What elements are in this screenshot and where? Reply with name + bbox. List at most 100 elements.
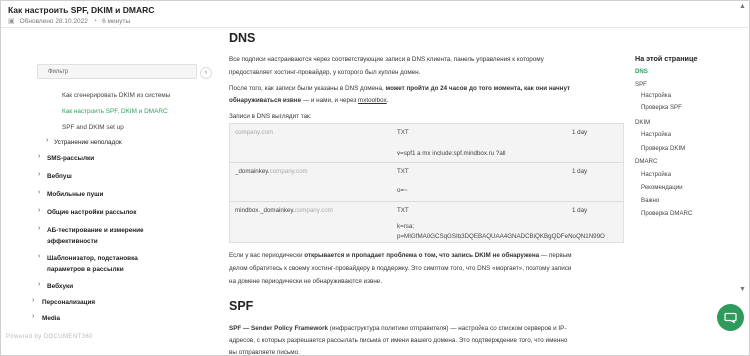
page-title: Как настроить SPF, DKIM и DMARC — [8, 5, 155, 15]
chat-button[interactable] — [717, 304, 744, 331]
record-value: o=~ — [397, 187, 408, 194]
record-ttl: 1 day — [572, 207, 588, 214]
paragraph-line: вы отправляете письмо. — [229, 349, 300, 356]
toc-item-dmarc-check[interactable]: Проверка DMARC — [641, 210, 692, 217]
chat-icon — [724, 312, 737, 324]
sidebar-item-ab-testing[interactable]: АБ-тестирование и измерение — [47, 226, 144, 235]
table-divider — [230, 201, 623, 202]
record-type: TXT — [397, 207, 409, 214]
chevron-right-icon[interactable]: › — [38, 225, 40, 232]
heading-spf: SPF — [229, 299, 254, 313]
record-name: _domainkey.company.com — [235, 168, 308, 175]
chevron-right-icon[interactable]: › — [32, 313, 34, 320]
article-meta: ▣ Обновлено 28.10.2022 ◔ 6 минуты — [8, 17, 131, 26]
record-type: TXT — [397, 129, 409, 136]
paragraph-line: SPF — Sender Policy Framework (инфрастру… — [229, 323, 566, 334]
toc-item-spf-setup[interactable]: Настройка — [641, 92, 671, 99]
toc-item-important[interactable]: Важно — [641, 197, 659, 204]
bold-text: SPF — Sender Policy Framework — [229, 325, 329, 332]
paragraph-line: Записи в DNS выглядит так: — [229, 113, 312, 120]
paragraph-line: на домене периодически не обнаруживаются… — [229, 278, 383, 285]
chevron-right-icon[interactable]: › — [38, 207, 40, 214]
text-span: После того, как записи были указаны в DN… — [229, 85, 386, 92]
paragraph-line: адресов, с которых разрешается рассылать… — [229, 337, 568, 344]
record-value: v=spf1 a mx include:spf.mindbox.ru ?all — [397, 150, 506, 157]
chevron-right-icon[interactable]: › — [38, 253, 40, 260]
sidebar-item-webhooks[interactable]: Вебхуки — [47, 282, 73, 291]
text-span: . — [386, 97, 389, 104]
toc-item-dmarc[interactable]: DMARC — [635, 158, 657, 165]
record-type: TXT — [397, 168, 409, 175]
text-span: Если у вас периодически — [229, 252, 305, 259]
sidebar-item-mobile-push[interactable]: Мобильные пуши — [47, 190, 103, 199]
toc-item-dns[interactable]: DNS — [635, 68, 648, 75]
text-span: — первым — [539, 252, 572, 259]
paragraph-line: После того, как записи были указаны в DN… — [229, 83, 570, 94]
article-header: Как настроить SPF, DKIM и DMARC ▣ Обновл… — [1, 1, 749, 28]
read-time: 6 минуты — [102, 17, 131, 25]
chevron-right-icon[interactable]: › — [32, 297, 34, 304]
dns-records-table: company.com TXT 1 day v=spf1 a mx includ… — [229, 123, 624, 243]
record-value: k=rsa; — [397, 223, 415, 230]
bold-text: может пройти до 24 часов до того момента… — [385, 85, 571, 92]
sidebar-item-sms[interactable]: SMS-рассылки — [47, 154, 94, 163]
text-span: company.com — [269, 168, 308, 175]
bold-text: обнаруживаться извне — [229, 97, 302, 104]
paragraph-line: Все подписи настраиваются через соответс… — [229, 56, 544, 63]
toc-item-spf[interactable]: SPF — [635, 81, 647, 88]
sidebar-item-spf-dkim-setup[interactable]: SPF and DKIM set up — [62, 123, 124, 132]
scrollbar[interactable]: ▲ ▼ — [737, 1, 748, 355]
sidebar-item-setup-spf-dkim-dmarc[interactable]: Как настроить SPF, DKIM и DMARC — [62, 107, 168, 116]
chevron-right-icon[interactable]: › — [38, 171, 40, 178]
paragraph-line: делом обратитесь к своему хостинг-провай… — [229, 265, 572, 272]
chevron-right-icon[interactable]: › — [38, 153, 40, 160]
table-divider — [230, 162, 623, 163]
text-span: mindbox._domainkey. — [235, 207, 295, 214]
sidebar-item-webpush[interactable]: Вебпуш — [47, 172, 72, 181]
sidebar-item-ab-testing-line2[interactable]: эффективности — [47, 237, 98, 246]
sidebar-item-troubleshooting[interactable]: Устранение неполадок — [54, 138, 122, 147]
toc-item-dkim-setup[interactable]: Настройка — [641, 131, 671, 138]
record-name: mindbox._domainkey.company.com — [235, 207, 333, 214]
text-span: — и нами, и через — [301, 97, 359, 104]
toc-item-recommendations[interactable]: Рекомендации — [641, 184, 683, 191]
mxtoolbox-link[interactable]: mxtoolbox — [358, 97, 387, 104]
sidebar-item-generate-dkim[interactable]: Как сгенерировать DKIM из системы — [62, 91, 170, 100]
paragraph-line: обнаруживаться извне — и нами, и через m… — [229, 95, 388, 106]
record-ttl: 1 day — [572, 168, 588, 175]
sidebar-item-templating[interactable]: Шаблонизатор, подстановка — [47, 254, 138, 263]
heading-dns: DNS — [229, 31, 256, 45]
sidebar-item-media[interactable]: Media — [42, 314, 60, 323]
chevron-right-icon[interactable]: › — [38, 189, 40, 196]
collapse-sidebar-button[interactable]: ‹ — [200, 67, 212, 79]
paragraph-line: Если у вас периодически открывается и пр… — [229, 250, 572, 261]
record-value: p=MIGfMA0GCSqGSIb3DQEBAQUAA4GNADCBiQKBgQ… — [397, 233, 605, 240]
toc-item-spf-check[interactable]: Проверка SPF — [641, 104, 682, 111]
chevron-right-icon[interactable]: › — [46, 137, 48, 144]
chevron-right-icon[interactable]: › — [38, 281, 40, 288]
article-content: DNS Все подписи настраиваются через соот… — [215, 28, 624, 356]
record-name: company.com — [235, 129, 274, 136]
scroll-down-icon[interactable]: ▼ — [739, 286, 746, 293]
toc-title: На этой странице — [635, 54, 698, 63]
sidebar: Фильтр ‹ Как сгенерировать DKIM из систе… — [1, 28, 215, 355]
bold-text: открывается и пропадает проблема о том, … — [304, 252, 540, 259]
filter-input[interactable]: Фильтр — [37, 64, 197, 79]
text-span: company.com — [294, 207, 333, 214]
updated-date: Обновлено 28.10.2022 — [19, 17, 88, 25]
sidebar-item-personalization[interactable]: Персонализация — [42, 298, 95, 307]
sidebar-item-templating-line2[interactable]: параметров в рассылки — [47, 265, 124, 274]
sidebar-item-general-settings[interactable]: Общие настройки рассылок — [47, 208, 136, 217]
calendar-icon: ▣ — [8, 18, 15, 25]
toc-item-dkim[interactable]: DKIM — [635, 119, 650, 126]
record-ttl: 1 day — [572, 129, 588, 136]
paragraph-line: предоставляет хостинг-провайдер, у котор… — [229, 69, 421, 76]
clock-icon: ◔ — [92, 17, 98, 25]
toc-item-dmarc-setup[interactable]: Настройка — [641, 171, 671, 178]
browser-frame: Как настроить SPF, DKIM и DMARC ▣ Обновл… — [0, 0, 750, 356]
scroll-up-icon[interactable]: ▲ — [739, 3, 746, 10]
toc-item-dkim-check[interactable]: Проверка DKIM — [641, 145, 685, 152]
text-span: (инфраструктура политики отправителя) — … — [328, 325, 567, 332]
text-span: _domainkey. — [235, 168, 270, 175]
powered-by-logo[interactable]: Powered by DOCUMENT360 — [6, 334, 93, 340]
